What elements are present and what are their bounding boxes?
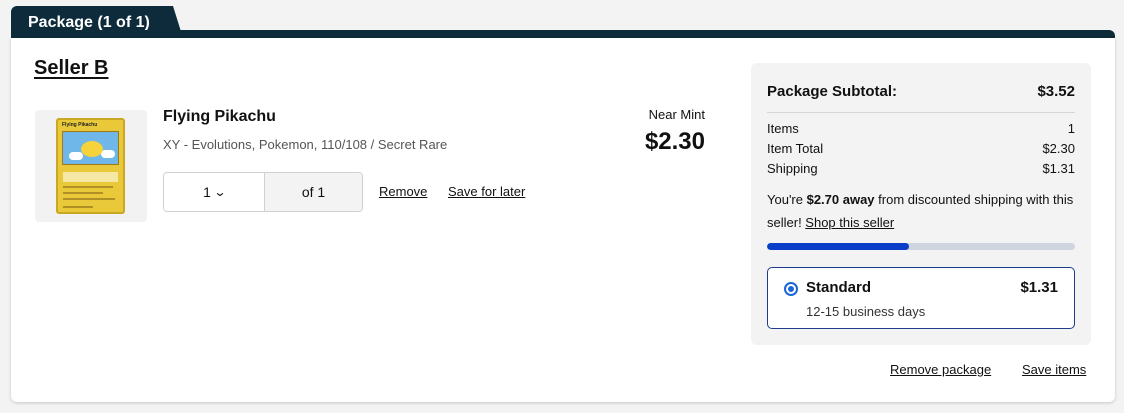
- card-art: [62, 131, 119, 165]
- row-label: Item Total: [767, 141, 824, 156]
- discount-shipping-message: You're $2.70 away from discounted shippi…: [767, 188, 1077, 234]
- product-thumbnail[interactable]: Flying Pikachu: [35, 110, 147, 222]
- remove-item-link[interactable]: Remove: [379, 184, 427, 199]
- product-title[interactable]: Flying Pikachu: [163, 108, 276, 126]
- summary-row-shipping: Shipping $1.31: [767, 161, 1075, 176]
- subtotal-value: $3.52: [1037, 83, 1075, 100]
- remove-package-link[interactable]: Remove package: [890, 362, 991, 377]
- quantity-available: of 1: [264, 173, 362, 211]
- summary-divider: [767, 112, 1075, 113]
- quantity-control: 1 ⌄ of 1: [163, 172, 363, 212]
- chevron-down-icon: ⌄: [213, 185, 227, 199]
- row-label: Items: [767, 121, 799, 136]
- trading-card-image: Flying Pikachu: [56, 118, 125, 214]
- progress-fill: [767, 243, 909, 250]
- item-price: $2.30: [644, 128, 705, 155]
- row-value: 1: [1067, 121, 1075, 136]
- package-header-bar: [11, 30, 1115, 38]
- shipping-option-price: $1.31: [1020, 279, 1058, 296]
- quantity-value: 1: [203, 184, 211, 200]
- subtotal-label: Package Subtotal:: [767, 83, 898, 100]
- subtotal-row: Package Subtotal: $3.52: [767, 83, 1075, 100]
- shipping-option-days: 12-15 business days: [806, 304, 926, 319]
- row-label: Shipping: [767, 161, 818, 176]
- row-value: $2.30: [1042, 141, 1075, 156]
- seller-name-link[interactable]: Seller B: [34, 57, 108, 80]
- quantity-select[interactable]: 1 ⌄: [164, 173, 264, 211]
- shipping-option-name: Standard: [806, 279, 872, 296]
- row-value: $1.31: [1042, 161, 1075, 176]
- message-text: You're: [767, 192, 807, 207]
- amount-away: $2.70 away: [806, 192, 875, 207]
- card-image-name: Flying Pikachu: [62, 122, 98, 128]
- summary-row-items: Items 1: [767, 121, 1075, 136]
- shipping-option-standard[interactable]: Standard $1.31 12-15 business days: [767, 267, 1075, 329]
- product-subtitle: XY - Evolutions, Pokemon, 110/108 / Secr…: [163, 137, 448, 152]
- package-summary: Package Subtotal: $3.52 Items 1 Item Tot…: [751, 63, 1091, 345]
- condition-label: Near Mint: [648, 107, 705, 122]
- shipping-progress-bar: [767, 243, 1075, 250]
- shop-this-seller-link[interactable]: Shop this seller: [805, 215, 894, 230]
- save-items-link[interactable]: Save items: [1022, 362, 1086, 377]
- save-for-later-link[interactable]: Save for later: [448, 184, 525, 199]
- summary-row-item-total: Item Total $2.30: [767, 141, 1075, 156]
- radio-selected-icon[interactable]: [784, 282, 798, 296]
